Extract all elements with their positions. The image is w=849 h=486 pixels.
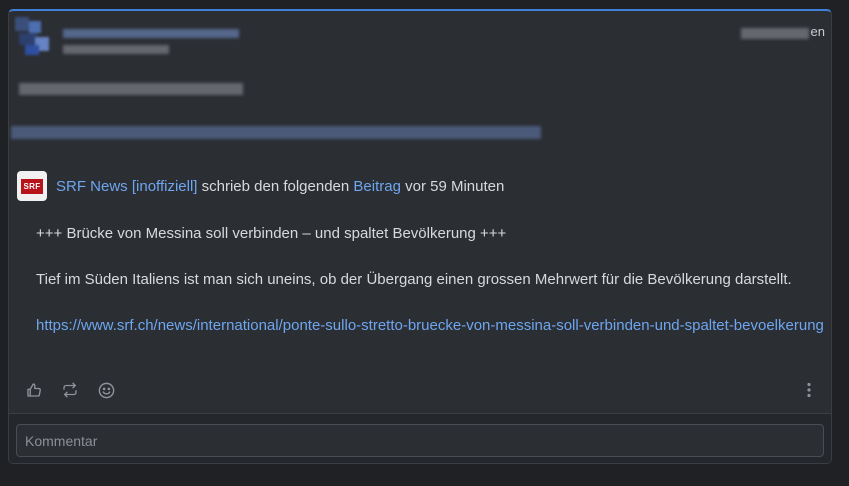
redacted-user-name <box>63 29 239 38</box>
post-title: +++ Brücke von Messina soll verbinden – … <box>36 225 507 242</box>
comment-input[interactable] <box>16 424 824 457</box>
author-tag-link[interactable]: [inoffiziell] <box>132 178 198 195</box>
redacted-user-handle <box>63 45 169 54</box>
more-options-button[interactable] <box>803 380 815 400</box>
redacted-timestamp <box>741 28 809 39</box>
more-vertical-icon <box>807 382 811 398</box>
redacted-text-line-2 <box>11 126 541 139</box>
timestamp-suffix: en <box>810 24 825 39</box>
wrote-text: schrieb den folgenden <box>201 177 350 195</box>
author-name-link[interactable]: SRF News <box>56 178 128 195</box>
post-url-link[interactable]: https://www.srf.ch/news/international/po… <box>36 317 824 334</box>
srf-logo[interactable]: SRF <box>17 171 47 201</box>
post-link[interactable]: Beitrag <box>353 178 401 195</box>
share-attribution: SRF SRF News [inoffiziell] schrieb den f… <box>17 171 504 201</box>
repeat-icon <box>63 382 77 398</box>
avatar[interactable] <box>15 17 55 57</box>
comment-section <box>9 413 831 463</box>
redacted-text-line-1 <box>19 83 243 95</box>
post-body: +++ Brücke von Messina soll verbinden – … <box>36 223 826 361</box>
smiley-icon <box>98 382 114 398</box>
post-summary: Tief im Süden Italiens ist man sich unei… <box>36 271 792 288</box>
like-button[interactable] <box>23 379 45 401</box>
post-age: vor 59 Minuten <box>405 177 505 195</box>
post-actions <box>23 377 131 403</box>
reshare-button[interactable] <box>59 379 81 401</box>
thumbs-up-icon <box>27 383 41 397</box>
reaction-button[interactable] <box>95 379 117 401</box>
post-card: en SRF SRF News [inoffiziell] schrieb de… <box>8 9 832 464</box>
